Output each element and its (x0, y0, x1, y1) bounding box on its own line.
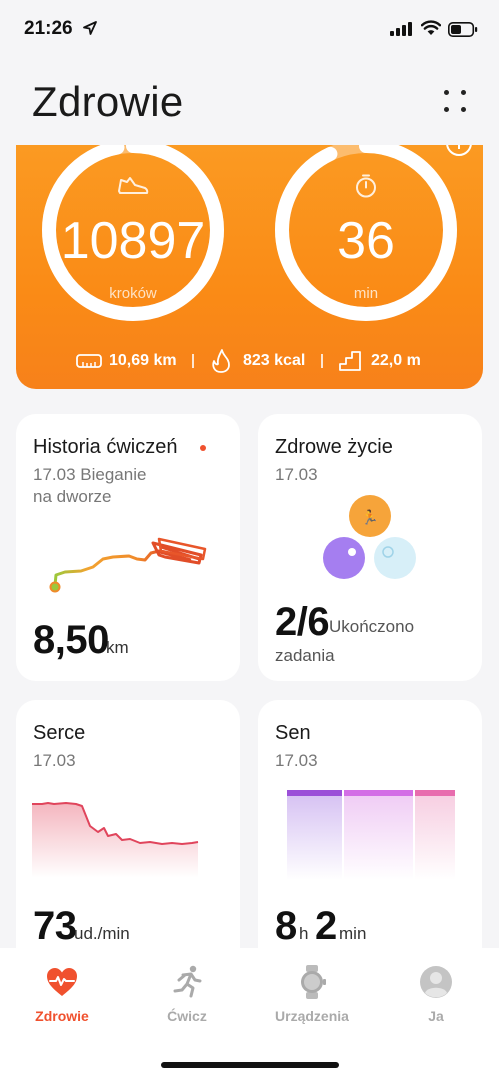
status-bar: 21:26 (0, 0, 499, 60)
heart-pulse-icon (47, 968, 77, 996)
card-title: Historia ćwiczeń (33, 436, 178, 458)
healthy-date: 17.03 (275, 465, 318, 484)
workout-history-card[interactable]: Historia ćwiczeń 17.03 Bieganie na dworz… (16, 414, 240, 681)
sleep-segment-deep (287, 790, 342, 880)
heart-rate-card[interactable]: Serce 17.03 73 ud./min (16, 700, 240, 948)
activity-stats-row: 10,69 km 823 kcal 22,0 m (16, 348, 483, 376)
workout-type: na dworze (33, 487, 112, 506)
cellular-signal-icon (390, 22, 412, 36)
heart-rate-unit: ud./min (74, 924, 130, 943)
route-map (49, 537, 207, 593)
info-icon[interactable] (444, 145, 474, 161)
card-title: Sen (275, 722, 311, 744)
bottom-tab-bar: Zdrowie Ćwicz Urządzenia Ja (0, 948, 499, 1080)
more-menu-button[interactable] (442, 88, 468, 114)
stopwatch-icon (356, 174, 376, 198)
workout-distance-unit: km (106, 638, 129, 657)
divider (321, 354, 323, 368)
tab-urzadzenia[interactable]: Urządzenia (250, 948, 374, 1038)
svg-text:🏃: 🏃 (361, 509, 378, 526)
ruler-icon (76, 354, 102, 368)
tab-label: Urządzenia (275, 1008, 349, 1024)
card-title: Serce (33, 722, 86, 744)
flame-icon (212, 349, 230, 373)
sleep-hours-unit: h (299, 924, 309, 943)
health-tasks-graphic: 🏃 (323, 495, 416, 579)
sleep-card[interactable]: Sen 17.03 8 h 2 min (258, 700, 482, 948)
sleep-segment-rem (415, 790, 455, 880)
card-title: Zdrowe życie (275, 436, 393, 458)
tab-label: Ćwicz (167, 1008, 207, 1024)
healthy-living-card[interactable]: Zdrowe życie 17.03 🏃 2/6 Ukończono zadan… (258, 414, 482, 681)
location-arrow-icon (83, 21, 97, 35)
sleep-minutes-value: 2 (315, 904, 337, 948)
steps-unit: kroków (109, 285, 157, 302)
new-indicator-dot (200, 445, 206, 451)
battery-icon (448, 22, 478, 37)
calories-value: 823 kcal (243, 352, 306, 369)
sleep-minutes-unit: min (339, 924, 367, 943)
floors-value: 22,0 m (371, 352, 421, 369)
profile-icon (420, 966, 452, 998)
divider (192, 354, 194, 368)
heart-rate-value: 73 (33, 904, 77, 948)
wifi-icon (421, 20, 441, 35)
activity-summary-card[interactable]: 10897 kroków 36 min 10,69 km 823 kcal 22… (16, 145, 483, 389)
distance-value: 10,69 km (109, 352, 177, 369)
stairs-icon (339, 351, 361, 371)
sleep-chart (287, 790, 455, 880)
heart-rate-chart (32, 802, 199, 878)
minutes-unit: min (353, 285, 379, 302)
runner-icon (173, 965, 202, 998)
sleep-date: 17.03 (275, 751, 318, 770)
tab-zdrowie[interactable]: Zdrowie (0, 948, 124, 1038)
tab-cwicz[interactable]: Ćwicz (125, 948, 249, 1038)
heart-date: 17.03 (33, 751, 76, 770)
tab-label: Zdrowie (35, 1008, 89, 1024)
shoe-icon (118, 177, 149, 194)
workout-distance-value: 8,50 (33, 618, 109, 662)
page-title: Zdrowie (32, 78, 184, 125)
steps-value: 10897 (60, 212, 206, 270)
tasks-completed-label: Ukończono (329, 617, 415, 636)
sleep-segment-light (344, 790, 413, 880)
home-indicator[interactable] (161, 1062, 339, 1068)
watch-icon (301, 965, 326, 999)
tasks-completed-value: 2/6 (275, 600, 330, 644)
tab-ja[interactable]: Ja (374, 948, 498, 1038)
sleep-hours-value: 8 (275, 904, 297, 948)
workout-date: 17.03 Bieganie (33, 465, 147, 484)
status-time: 21:26 (24, 18, 73, 39)
minutes-value: 36 (337, 212, 395, 270)
tab-label: Ja (428, 1008, 444, 1024)
tasks-completed-label-2: zadania (275, 646, 335, 665)
